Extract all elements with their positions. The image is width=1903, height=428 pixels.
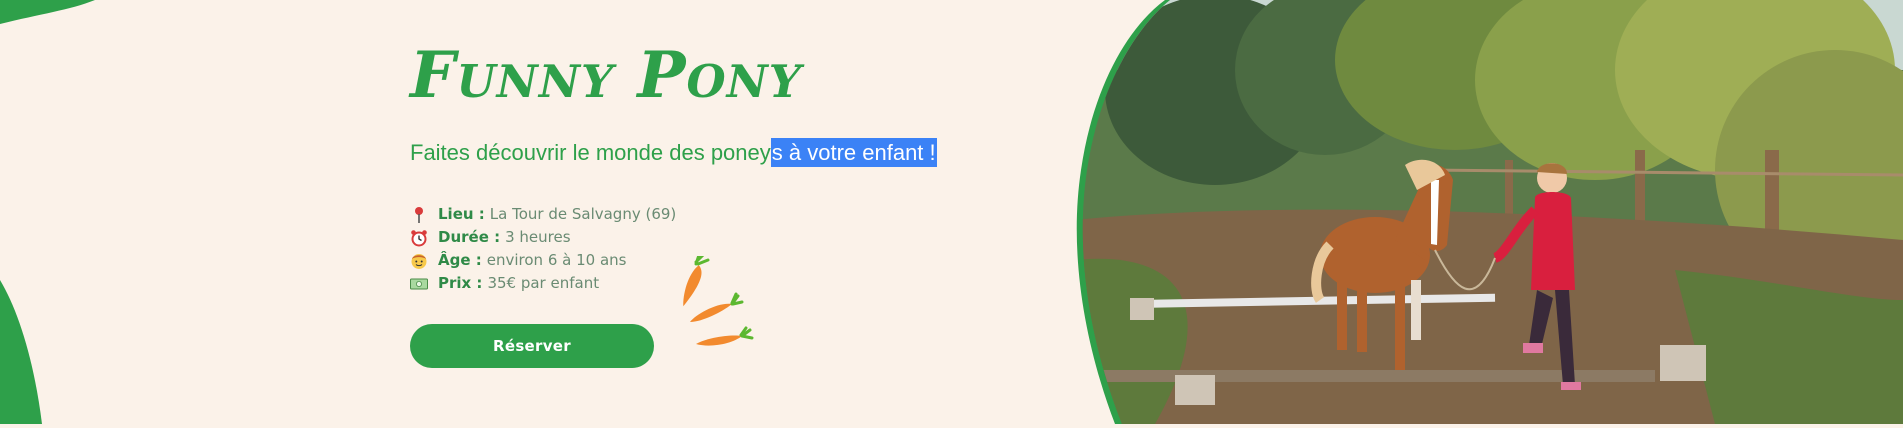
info-row-duration: Durée : 3 heures [410, 226, 676, 249]
info-row-age: Âge : environ 6 à 10 ans [410, 249, 676, 272]
carrots-illustration [683, 256, 754, 346]
book-button[interactable]: Réserver [410, 324, 654, 368]
corner-decoration-bottom-left [0, 280, 42, 424]
pin-icon [415, 206, 423, 223]
info-value: 35€ par enfant [487, 274, 600, 292]
subtitle-selected-text: s à votre enfant ! [770, 138, 937, 167]
hero-subtitle: Faites découvrir le monde des poneys à v… [410, 138, 937, 167]
info-value: environ 6 à 10 ans [486, 251, 627, 269]
hero-photo [1075, 0, 1903, 424]
page-title: Funny Pony [410, 38, 802, 113]
info-label: Âge : [438, 251, 482, 269]
info-row-price: Prix : 35€ par enfant [410, 272, 676, 295]
activity-info-list: Lieu : La Tour de Salvagny (69) Durée : … [410, 203, 676, 295]
info-label: Prix : [438, 274, 483, 292]
carrot-icon [696, 326, 754, 346]
child-face-icon [411, 253, 427, 269]
carrot-icon [683, 256, 710, 307]
carrot-icon [690, 292, 744, 322]
hero-content: Funny Pony Faites découvrir le monde des… [410, 0, 1090, 424]
banknote-icon [410, 278, 428, 289]
info-row-location: Lieu : La Tour de Salvagny (69) [410, 203, 676, 226]
info-value: 3 heures [505, 228, 571, 246]
info-value: La Tour de Salvagny (69) [489, 205, 677, 223]
corner-decoration-top-left [0, 0, 95, 24]
pony-photo-illustration [1076, 0, 1903, 424]
info-label: Lieu : [438, 205, 485, 223]
info-label: Durée : [438, 228, 501, 246]
alarm-clock-icon [411, 229, 427, 246]
subtitle-text: Faites découvrir le monde des poney [410, 140, 771, 165]
